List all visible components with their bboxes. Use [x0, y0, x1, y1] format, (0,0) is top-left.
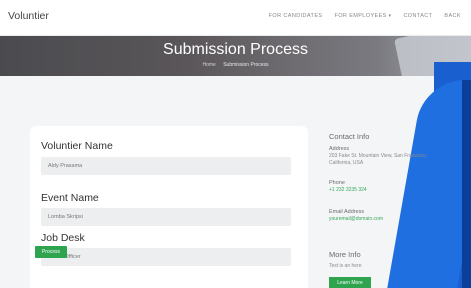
nav-link-for-employees[interactable]: FOR EMPLOYEES: [334, 13, 391, 19]
brand-logo[interactable]: Voluntier: [8, 10, 49, 22]
page: Voluntier FOR CANDIDATES FOR EMPLOYEES C…: [0, 0, 471, 288]
job-desk-label: Job Desk: [41, 232, 85, 244]
nav-link-contact[interactable]: CONTACT: [403, 13, 432, 19]
job-desk-input[interactable]: [41, 248, 291, 266]
decorative-blue-edge: [462, 80, 471, 288]
more-info-heading: More Info: [329, 250, 361, 259]
email-label: Email Address: [329, 209, 365, 215]
nav-links: FOR CANDIDATES FOR EMPLOYEES CONTACT BAC…: [269, 13, 461, 19]
breadcrumb-home[interactable]: Home: [202, 62, 215, 68]
learn-more-button[interactable]: Learn More: [329, 277, 371, 288]
breadcrumb-current: Submission Process: [223, 62, 269, 68]
phone-value[interactable]: +1 232 3235 324: [329, 187, 434, 194]
phone-label: Phone: [329, 180, 345, 186]
nav-link-back[interactable]: BACK: [444, 13, 461, 19]
address-label: Address: [329, 146, 350, 152]
address-value: 203 Fake St. Mountain View, San Francisc…: [329, 153, 428, 166]
page-title: Submission Process: [163, 41, 308, 58]
voluntier-name-input[interactable]: [41, 157, 291, 175]
breadcrumb: Home Submission Process: [0, 62, 471, 68]
top-navbar: Voluntier FOR CANDIDATES FOR EMPLOYEES C…: [0, 0, 471, 36]
submission-form: Voluntier Name Event Name Job Desk: [30, 126, 308, 288]
breadcrumb-separator: [219, 62, 220, 68]
decorative-blue-curve: [386, 80, 471, 288]
process-button[interactable]: Process: [35, 246, 67, 258]
voluntier-name-label: Voluntier Name: [41, 140, 113, 152]
more-info-text: Text is an here: [329, 263, 362, 269]
event-name-label: Event Name: [41, 192, 99, 204]
email-value[interactable]: youremail@domain.com: [329, 216, 434, 223]
hero-banner: Submission Process Home Submission Proce…: [0, 36, 471, 76]
contact-info-heading: Contact Info: [329, 132, 370, 141]
event-name-input[interactable]: [41, 208, 291, 226]
nav-link-for-candidates[interactable]: FOR CANDIDATES: [269, 13, 323, 19]
